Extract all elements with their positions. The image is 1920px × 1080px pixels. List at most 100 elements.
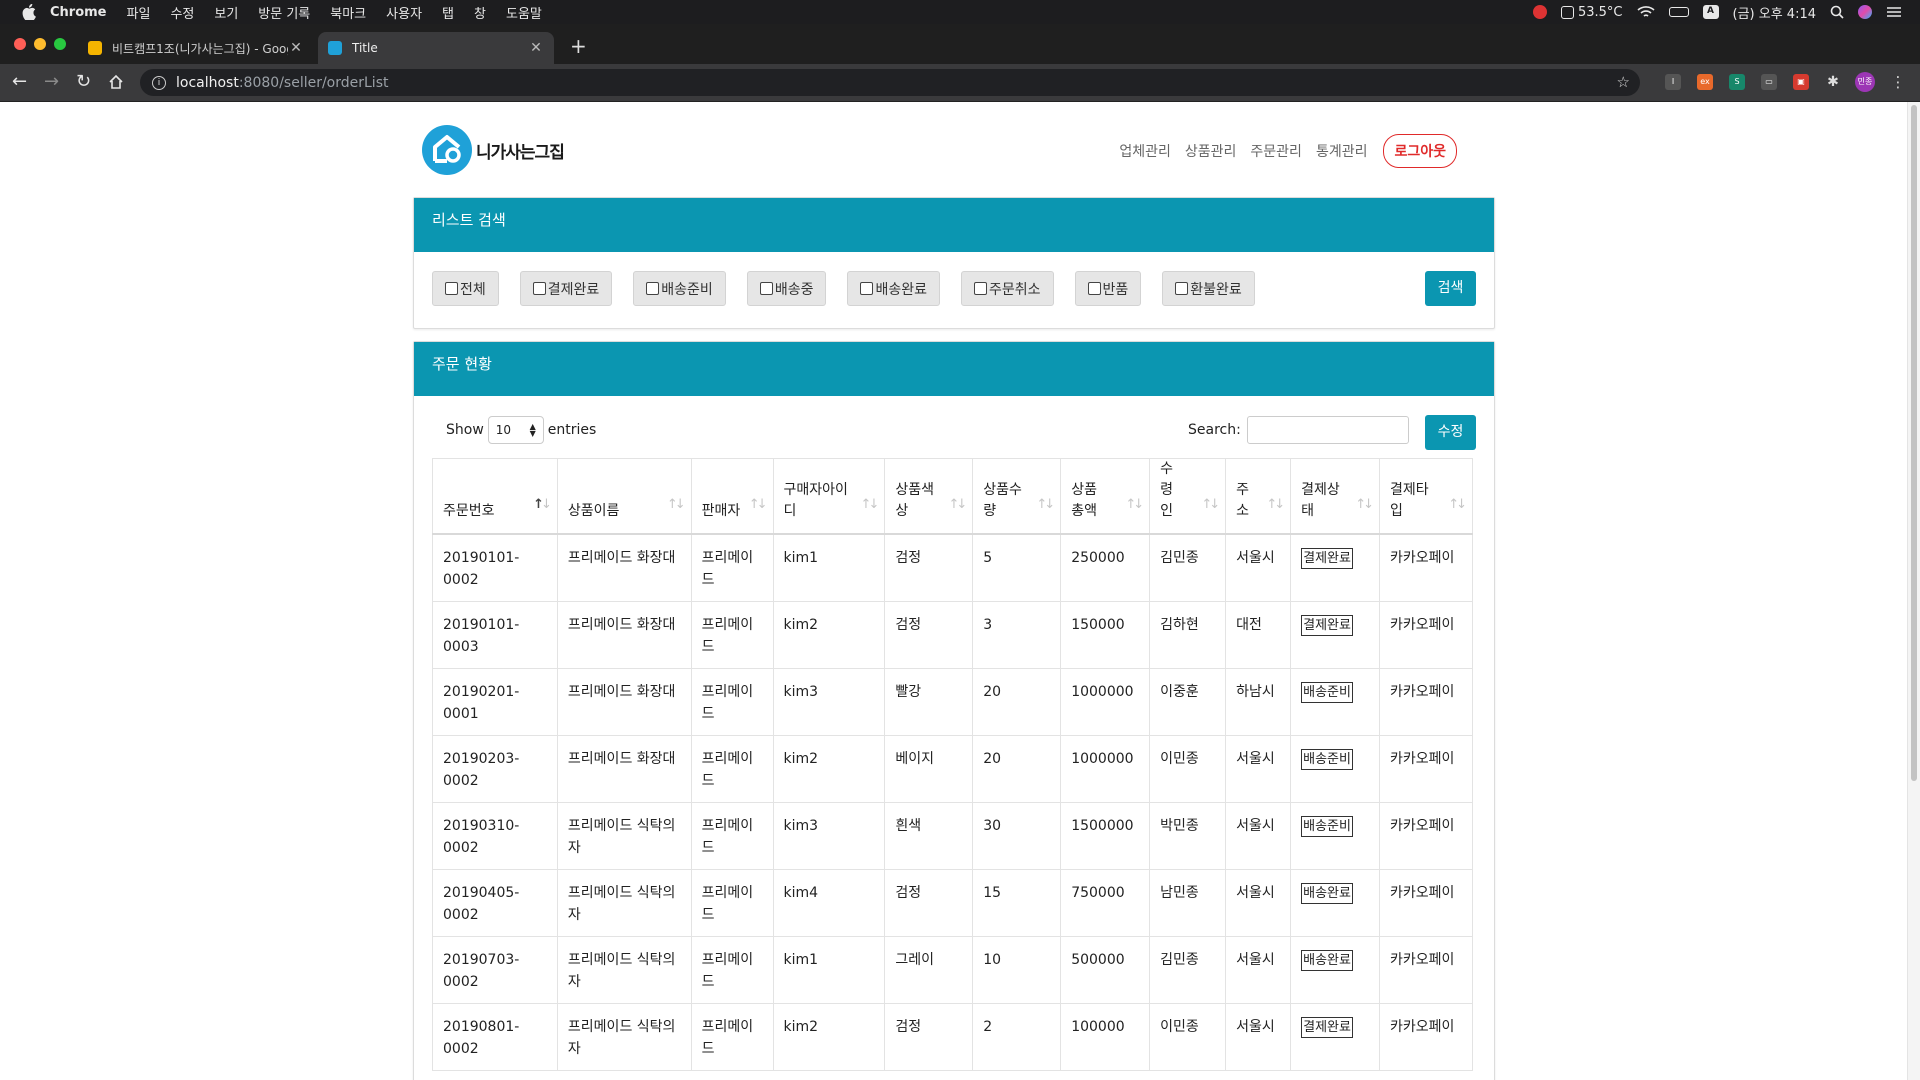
checkbox[interactable] [646, 282, 660, 295]
address-bar[interactable]: i localhost :8080/seller/orderList ☆ [140, 69, 1640, 96]
column-header[interactable]: 상품이름 ↑↓ [556, 458, 692, 535]
chrome-menu-icon[interactable]: ⋮ [1890, 74, 1906, 90]
filter-payment-complete[interactable]: 결제완료 [519, 271, 613, 306]
extension-orange-icon[interactable]: ex [1697, 74, 1713, 90]
column-header[interactable]: 결제타입 ↑↓ [1379, 458, 1473, 535]
filter-delivered[interactable]: 배송완료 [847, 271, 940, 306]
search-input[interactable] [1246, 416, 1409, 444]
filter-all[interactable]: 전체 [432, 271, 499, 306]
close-tab-icon[interactable]: ✕ [288, 40, 304, 56]
menu-help[interactable]: 도움말 [506, 3, 542, 22]
table-row[interactable]: 20190203-0002 프리메이드 화장대 프리메이드 kim2 베이지 2… [432, 734, 1473, 803]
filter-in-transit[interactable]: 배송중 [746, 271, 827, 306]
entries-select[interactable]: 10 ▲ ▼ [487, 416, 544, 444]
profile-avatar[interactable]: 민종 [1855, 72, 1875, 92]
column-header[interactable]: 상품색상 ↑↓ [884, 458, 974, 535]
payment-status-select[interactable]: 배송완료 [1301, 882, 1353, 904]
table-row[interactable]: 20190703-0002 프리메이드 식탁의자 프리메이드 kim1 그레이 … [432, 935, 1473, 1004]
search-button[interactable]: 검색 [1425, 271, 1476, 306]
payment-status-select[interactable]: 결제완료 [1301, 1016, 1353, 1038]
input-source-indicator[interactable]: A [1702, 5, 1719, 19]
menu-window[interactable]: 창 [474, 3, 486, 22]
payment-status-select[interactable]: 배송완료 [1301, 949, 1353, 971]
menu-people[interactable]: 사용자 [386, 3, 422, 22]
apple-icon[interactable] [22, 4, 36, 20]
record-icon[interactable] [1532, 5, 1547, 19]
payment-status-select[interactable]: 결제완료 [1301, 548, 1353, 569]
checkbox[interactable] [532, 282, 546, 295]
menu-history[interactable]: 방문 기록 [258, 3, 310, 22]
payment-status-select[interactable]: 배송준비 [1301, 748, 1353, 770]
table-row[interactable]: 20190801-0002 프리메이드 식탁의자 프리메이드 kim2 검정 2… [432, 1002, 1473, 1071]
column-header[interactable]: 상품총액 ↑↓ [1060, 458, 1151, 535]
payment-status-select[interactable]: 결제완료 [1301, 614, 1353, 636]
spotlight-search-icon[interactable] [1830, 5, 1844, 19]
edit-button[interactable]: 수정 [1425, 415, 1476, 450]
filter-shipping-prep[interactable]: 배송준비 [633, 271, 726, 306]
filter-refunded[interactable]: 환불완료 [1162, 271, 1255, 306]
browser-tab-slides[interactable]: 비트캠프1조(니가사는그집) - Googl ✕ [78, 32, 314, 64]
table-row[interactable]: 20190101-0003 프리메이드 화장대 프리메이드 kim2 검정 3 … [432, 600, 1473, 669]
bookmark-star-icon[interactable]: ☆ [1617, 73, 1630, 91]
extension-instapaper-icon[interactable]: I [1665, 74, 1681, 90]
checkbox[interactable] [1087, 282, 1101, 295]
column-header[interactable]: 수령인 ↑↓ [1149, 458, 1227, 535]
table-row[interactable]: 20190405-0002 프리메이드 식탁의자 프리메이드 kim4 검정 1… [432, 868, 1473, 937]
new-tab-icon[interactable]: + [570, 34, 587, 58]
back-arrow-icon[interactable]: ← [12, 71, 27, 92]
close-tab-icon[interactable]: ✕ [528, 40, 544, 56]
table-row[interactable]: 20190201-0001 프리메이드 화장대 프리메이드 kim3 빨강 20… [432, 667, 1473, 736]
wifi-icon[interactable] [1636, 5, 1655, 19]
extension-teal-icon[interactable]: S [1729, 74, 1745, 90]
scrollbar-thumb[interactable] [1911, 105, 1917, 781]
product-name-cell: 프리메이드 화장대 [556, 667, 692, 736]
page-scrollbar[interactable] [1907, 102, 1920, 1080]
menu-app-name[interactable]: Chrome [50, 5, 107, 20]
reload-icon[interactable]: ↻ [76, 71, 91, 92]
menu-bookmarks[interactable]: 북마크 [330, 3, 366, 22]
filter-returned[interactable]: 반품 [1074, 271, 1142, 306]
nav-order-management[interactable]: 주문관리 [1250, 141, 1302, 161]
checkbox[interactable] [1175, 282, 1189, 295]
browser-tab-active[interactable]: Title ✕ [318, 32, 554, 64]
menu-edit[interactable]: 수정 [170, 3, 194, 22]
column-header[interactable]: 판매자 ↑↓ [690, 458, 774, 535]
home-icon[interactable] [108, 74, 124, 90]
logout-button[interactable]: 로그아웃 [1383, 134, 1457, 168]
checkbox[interactable] [860, 282, 874, 295]
forward-arrow-icon[interactable]: → [44, 71, 59, 92]
checkbox[interactable] [445, 282, 458, 295]
menu-view[interactable]: 보기 [214, 3, 238, 22]
extensions-puzzle-icon[interactable]: ✱ [1825, 74, 1841, 90]
extension-card-icon[interactable]: ▭ [1761, 74, 1777, 90]
column-header[interactable]: 결제상태 ↑↓ [1290, 458, 1381, 535]
filter-order-cancelled[interactable]: 주문취소 [961, 271, 1054, 306]
site-brand[interactable]: 니가사는그집 [422, 125, 565, 175]
column-header[interactable]: 주소 ↑↓ [1225, 458, 1292, 535]
battery-icon[interactable] [1668, 7, 1689, 17]
nav-statistics-management[interactable]: 통계관리 [1316, 141, 1368, 161]
checkbox[interactable] [759, 282, 773, 295]
siri-icon[interactable] [1858, 5, 1872, 19]
temperature-readout[interactable]: 53.5°C [1560, 5, 1623, 20]
menubar-clock[interactable]: (금) 오후 4:14 [1733, 3, 1816, 22]
checkbox[interactable] [974, 282, 987, 295]
site-info-icon[interactable]: i [152, 75, 166, 90]
payment-status-select[interactable]: 배송준비 [1301, 815, 1353, 837]
table-row[interactable]: 20190310-0002 프리메이드 식탁의자 프리메이드 kim3 흰색 3… [432, 801, 1473, 870]
window-close-button[interactable] [14, 38, 26, 50]
address-cell: 대전 [1225, 600, 1292, 669]
menu-tab[interactable]: 탭 [442, 3, 454, 22]
extension-red-icon[interactable]: ▣ [1793, 74, 1809, 90]
nav-company-management[interactable]: 업체관리 [1119, 141, 1171, 161]
column-header[interactable]: 상품수량 ↑↓ [972, 458, 1062, 535]
control-center-icon[interactable] [1886, 5, 1902, 19]
table-row[interactable]: 20190101-0002 프리메이드 화장대 프리메이드 kim1 검정 5 … [432, 533, 1473, 602]
window-minimize-button[interactable] [34, 38, 46, 50]
column-header[interactable]: 구매자아이디 ↑↓ [772, 458, 886, 535]
nav-product-management[interactable]: 상품관리 [1185, 141, 1237, 161]
payment-status-select[interactable]: 배송준비 [1301, 681, 1353, 703]
column-header[interactable]: 주문번호 ↑↓ [432, 458, 558, 535]
window-zoom-button[interactable] [54, 38, 66, 50]
menu-file[interactable]: 파일 [127, 3, 151, 22]
